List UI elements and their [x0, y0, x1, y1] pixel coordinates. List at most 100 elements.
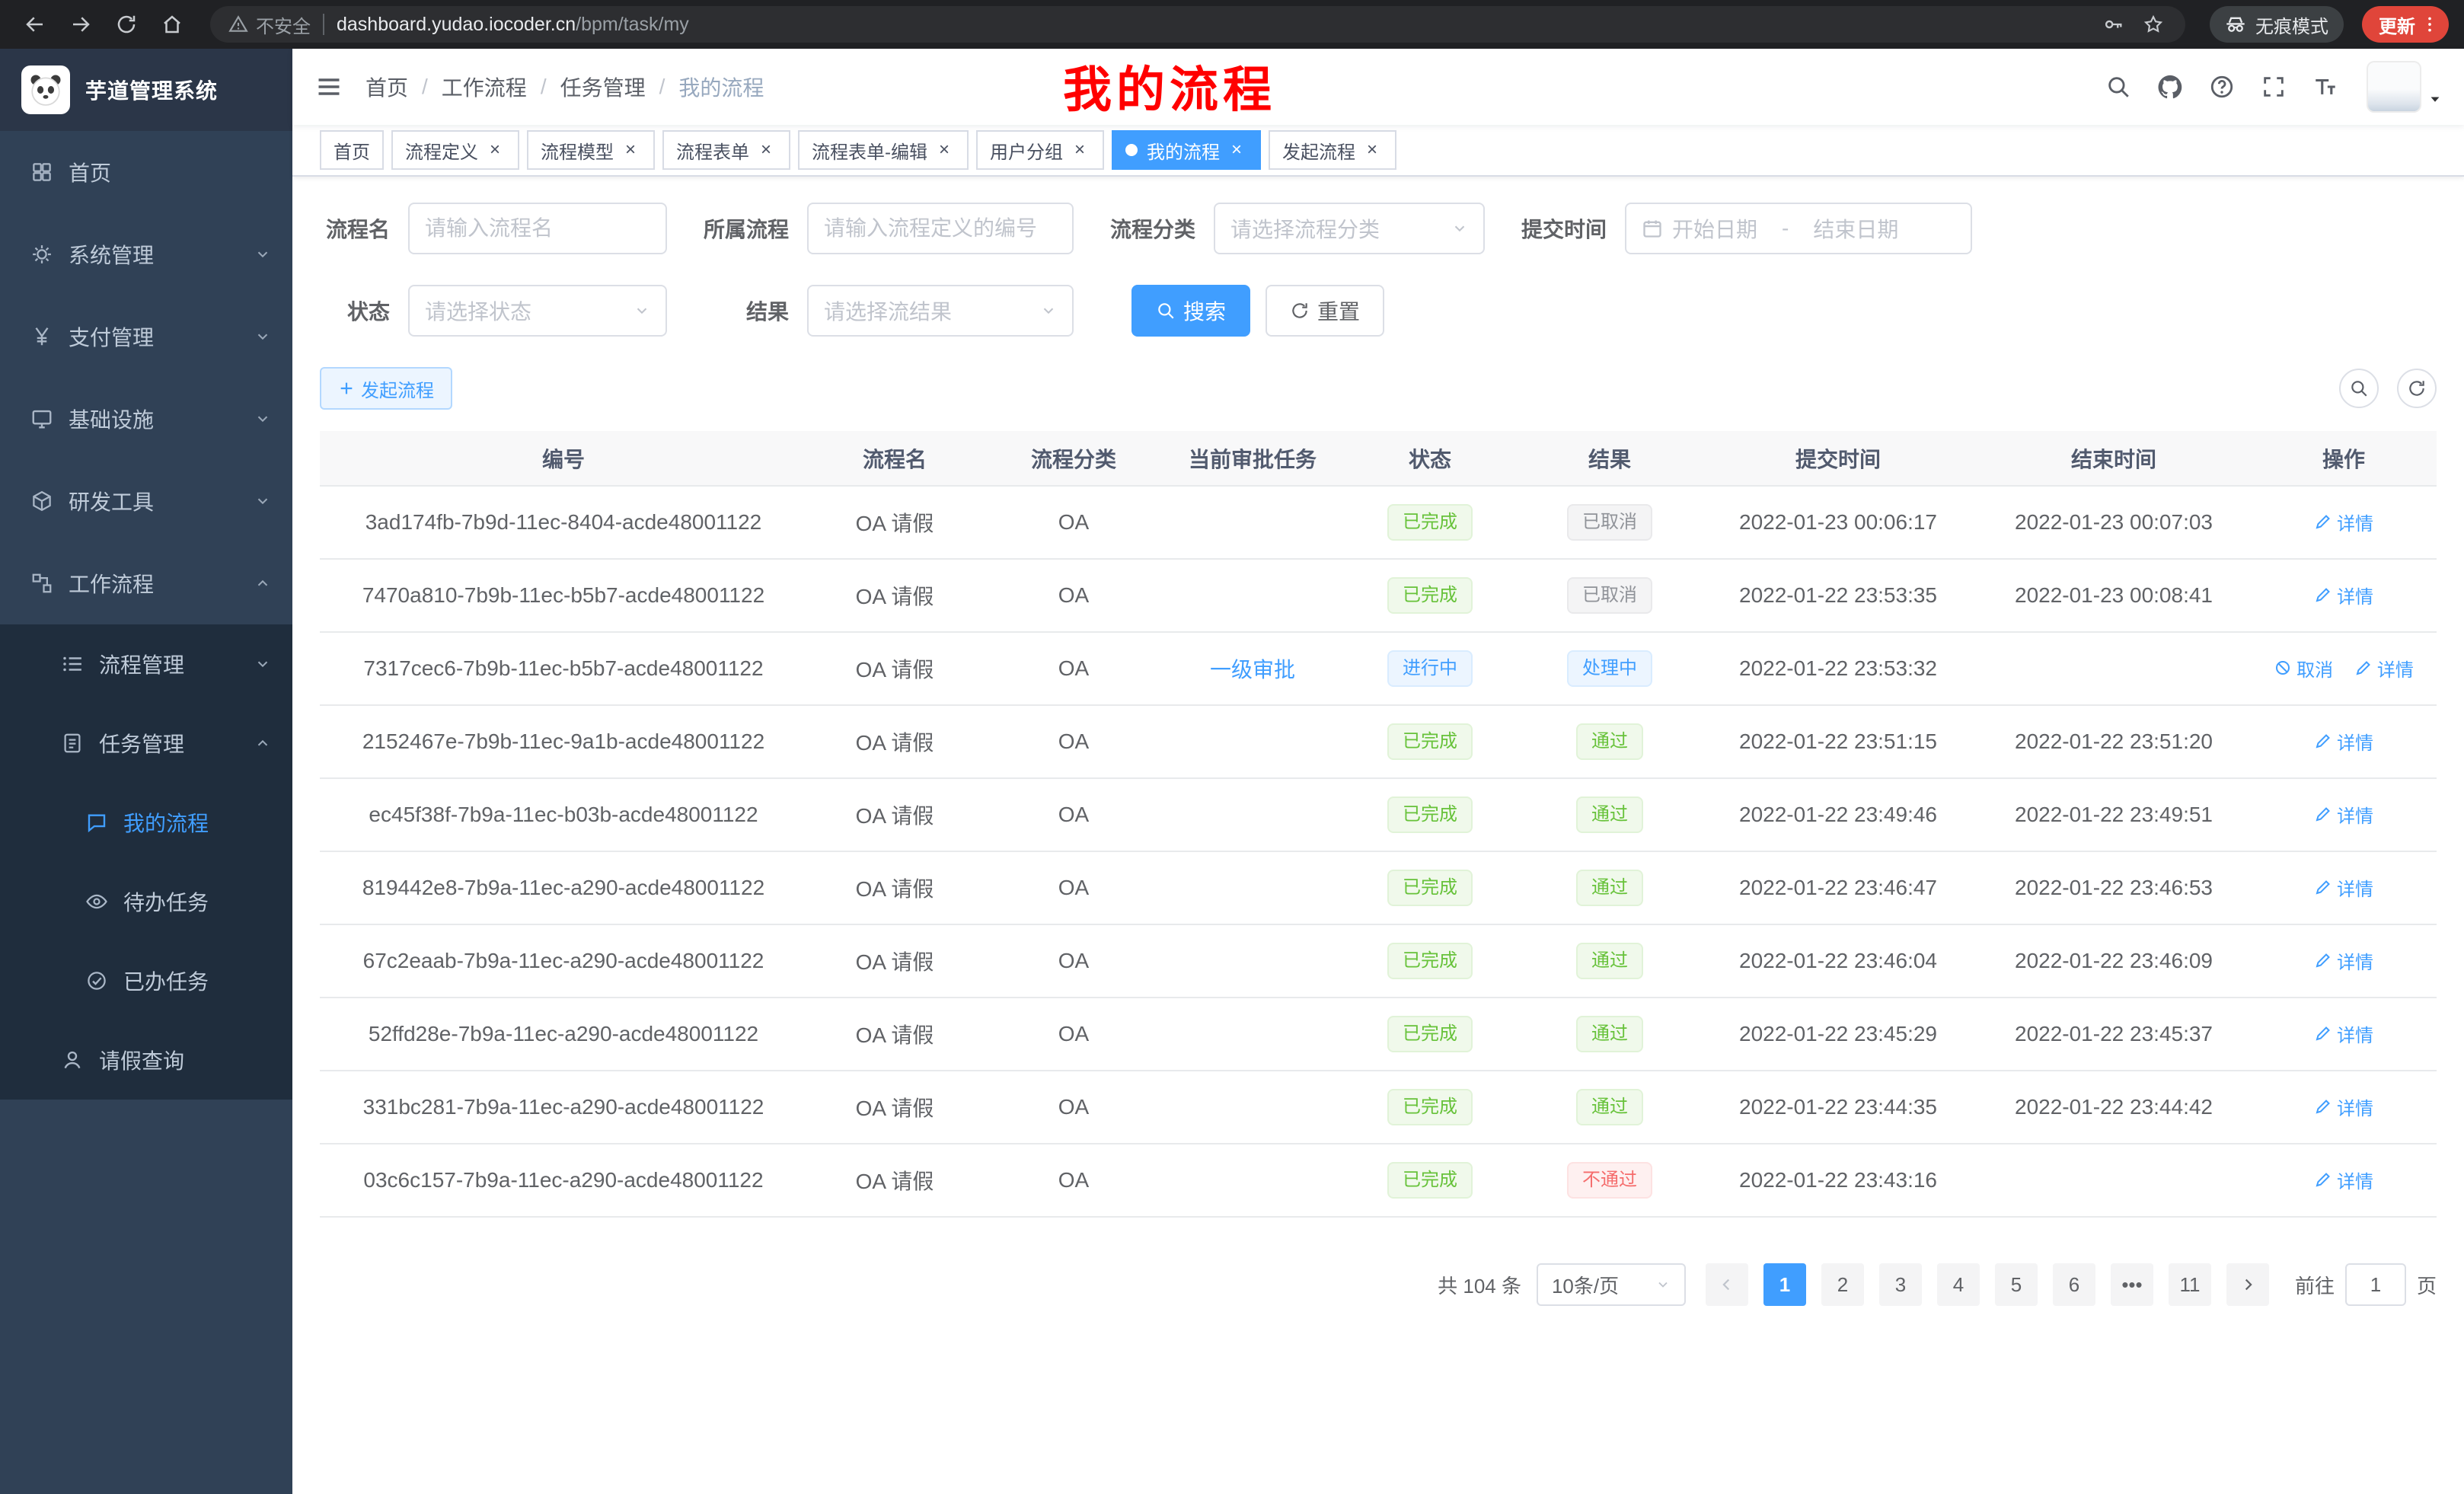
- search-icon: [2349, 378, 2369, 398]
- browser-back-button[interactable]: [15, 5, 55, 44]
- breadcrumb-task-management[interactable]: 任务管理: [560, 72, 646, 102]
- page-button-11[interactable]: 11: [2169, 1263, 2211, 1306]
- prev-page-button[interactable]: [1706, 1263, 1748, 1306]
- sidebar-toggle-button[interactable]: [292, 49, 365, 125]
- initiate-process-button[interactable]: 发起流程: [320, 367, 452, 410]
- breadcrumb-workflow[interactable]: 工作流程: [442, 72, 527, 102]
- app-logo[interactable]: 芋道管理系统: [0, 49, 292, 131]
- edit-icon: [2314, 1170, 2332, 1189]
- font-size-button[interactable]: [2300, 53, 2351, 120]
- browser-forward-button[interactable]: [61, 5, 101, 44]
- sidebar-item-my-processes[interactable]: 我的流程: [0, 783, 292, 862]
- page-button-5[interactable]: 5: [1995, 1263, 2038, 1306]
- detail-link[interactable]: 详情: [2314, 947, 2373, 974]
- github-link[interactable]: [2144, 53, 2196, 120]
- sidebar-item-devtools[interactable]: 研发工具: [0, 460, 292, 542]
- sidebar-item-leave-query[interactable]: 请假查询: [0, 1020, 292, 1100]
- tab-user-group[interactable]: 用户分组: [976, 130, 1104, 170]
- page-button-1[interactable]: 1: [1763, 1263, 1806, 1306]
- cancel-icon: [2274, 659, 2292, 677]
- category-select[interactable]: 请选择流程分类: [1214, 203, 1485, 254]
- status-badge: 已完成: [1387, 796, 1473, 833]
- sidebar-item-process-management[interactable]: 流程管理: [0, 624, 292, 704]
- browser-home-button[interactable]: [152, 5, 192, 44]
- close-icon[interactable]: [934, 139, 955, 161]
- sidebar-item-infrastructure[interactable]: 基础设施: [0, 378, 292, 460]
- fullscreen-button[interactable]: [2248, 53, 2300, 120]
- detail-link[interactable]: 详情: [2314, 801, 2373, 828]
- page-button-3[interactable]: 3: [1879, 1263, 1922, 1306]
- sidebar-item-task-management[interactable]: 任务管理: [0, 704, 292, 783]
- current-task-link[interactable]: 一级审批: [1210, 658, 1295, 682]
- reset-button[interactable]: 重置: [1266, 285, 1384, 337]
- header-search-button[interactable]: [2092, 53, 2144, 120]
- chevron-down-icon: [254, 410, 271, 427]
- process-name-input[interactable]: [408, 203, 667, 254]
- sidebar-item-payment[interactable]: 支付管理: [0, 295, 292, 378]
- detail-link[interactable]: 详情: [2314, 1020, 2373, 1047]
- filter-row-1: 流程名 所属流程 流程分类 请选择流程分类: [320, 203, 2437, 254]
- cancel-link[interactable]: 取消: [2274, 655, 2333, 682]
- pagination: 共 104 条 10条/页 1 2 3 4 5 6 ••• 11: [320, 1263, 2437, 1306]
- user-avatar-menu[interactable]: [2367, 61, 2443, 113]
- browser-update-button[interactable]: 更新: [2362, 6, 2449, 43]
- password-key-icon[interactable]: [2100, 14, 2127, 35]
- close-icon[interactable]: [1361, 139, 1383, 161]
- close-icon[interactable]: [484, 139, 506, 161]
- detail-link[interactable]: 详情: [2314, 582, 2373, 608]
- status-select[interactable]: 请选择状态: [408, 285, 667, 337]
- status-badge: 已完成: [1387, 943, 1473, 979]
- browser-reload-button[interactable]: [107, 5, 146, 44]
- tab-initiate-process[interactable]: 发起流程: [1269, 130, 1396, 170]
- security-warning[interactable]: 不安全: [228, 11, 311, 38]
- breadcrumb-home[interactable]: 首页: [365, 72, 408, 102]
- docs-help-button[interactable]: [2196, 53, 2248, 120]
- sidebar-item-workflow[interactable]: 工作流程: [0, 542, 292, 624]
- sidebar-item-system[interactable]: 系统管理: [0, 213, 292, 295]
- detail-link[interactable]: 详情: [2314, 1167, 2373, 1193]
- tab-process-form-edit[interactable]: 流程表单-编辑: [798, 130, 969, 170]
- status-badge: 已完成: [1387, 723, 1473, 760]
- tab-process-definition[interactable]: 流程定义: [391, 130, 519, 170]
- yen-icon: [30, 325, 53, 348]
- page-button-4[interactable]: 4: [1937, 1263, 1980, 1306]
- jump-page-input[interactable]: [2345, 1263, 2406, 1306]
- page-button-2[interactable]: 2: [1821, 1263, 1864, 1306]
- detail-link[interactable]: 详情: [2314, 1093, 2373, 1120]
- refresh-table-button[interactable]: [2397, 369, 2437, 408]
- tab-home[interactable]: 首页: [320, 130, 384, 170]
- sidebar-item-todo-tasks[interactable]: 待办任务: [0, 862, 292, 941]
- bookmark-star-icon[interactable]: [2140, 14, 2167, 35]
- chevron-up-icon: [254, 575, 271, 592]
- page-size-select[interactable]: 10条/页: [1537, 1263, 1686, 1306]
- sidebar-item-done-tasks[interactable]: 已办任务: [0, 941, 292, 1020]
- tab-process-form[interactable]: 流程表单: [662, 130, 790, 170]
- toggle-search-button[interactable]: [2339, 369, 2379, 408]
- more-pages-button[interactable]: •••: [2111, 1263, 2153, 1306]
- kebab-menu-icon: [2420, 14, 2440, 34]
- date-range-picker[interactable]: 开始日期 - 结束日期: [1625, 203, 1972, 254]
- main-area: 首页 / 工作流程 / 任务管理 / 我的流程: [292, 49, 2464, 1494]
- sidebar-item-home[interactable]: 首页: [0, 131, 292, 213]
- close-icon[interactable]: [620, 139, 641, 161]
- close-icon[interactable]: [1069, 139, 1090, 161]
- next-page-button[interactable]: [2226, 1263, 2269, 1306]
- incognito-badge[interactable]: 无痕模式: [2210, 6, 2344, 43]
- result-select[interactable]: 请选择流结果: [807, 285, 1074, 337]
- detail-link[interactable]: 详情: [2314, 728, 2373, 755]
- tab-my-processes[interactable]: 我的流程: [1112, 130, 1261, 170]
- detail-link[interactable]: 详情: [2314, 874, 2373, 901]
- parent-process-input[interactable]: [807, 203, 1074, 254]
- close-icon[interactable]: [755, 139, 777, 161]
- detail-link[interactable]: 详情: [2354, 655, 2414, 682]
- table-row: 2152467e-7b9b-11ec-9a1b-acde48001122 OA …: [320, 705, 2437, 778]
- breadcrumb-separator: /: [422, 75, 428, 99]
- result-badge: 通过: [1576, 796, 1643, 833]
- page-button-6[interactable]: 6: [2053, 1263, 2095, 1306]
- address-bar[interactable]: 不安全 dashboard.yudao.iocoder.cn/bpm/task/…: [210, 6, 2185, 43]
- table-row: 7470a810-7b9b-11ec-b5b7-acde48001122 OA …: [320, 559, 2437, 632]
- close-icon[interactable]: [1226, 139, 1247, 161]
- detail-link[interactable]: 详情: [2314, 509, 2373, 535]
- search-button[interactable]: 搜索: [1131, 285, 1250, 337]
- tab-process-model[interactable]: 流程模型: [527, 130, 655, 170]
